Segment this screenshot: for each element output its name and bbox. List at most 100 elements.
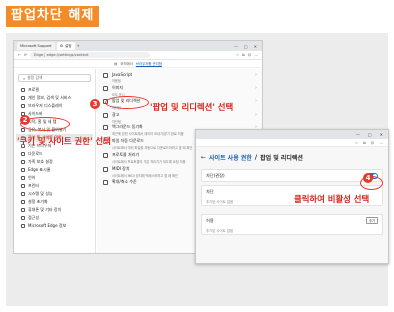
sidebar-item-label: 가족 보호 설정 (28, 159, 53, 164)
settings-row-title: 파일 자동 다운로드 (112, 138, 144, 143)
block-toggle-label: 차단(권장) (206, 172, 225, 178)
breadcrumb-current: 팝업 및 리디렉션 (260, 155, 303, 162)
edge-icon (21, 224, 25, 228)
block-list-label: 차단 (206, 188, 214, 194)
sidebar-item[interactable]: 프린터 (16, 182, 93, 190)
close-button[interactable]: ✕ (380, 132, 383, 137)
more-icon[interactable]: … (379, 141, 383, 145)
more-icon[interactable]: … (254, 53, 258, 57)
sidebar-item[interactable]: 다운로드 (16, 150, 93, 158)
settings-row[interactable]: 광고 차단됨 › (103, 112, 257, 124)
tab-bar: Microsoft Support ⚙ 설정 + — □ ✕ (14, 41, 262, 51)
new-tab-button[interactable]: + (77, 44, 80, 48)
favorites-icon[interactable]: ☆ (355, 141, 358, 145)
maximize-button[interactable]: □ (244, 44, 248, 49)
sidebar-item-label: 프린터 (28, 183, 40, 188)
tab-settings[interactable]: ⚙ 설정 (56, 42, 75, 50)
managed-link[interactable]: 브라우저를 관리함 (136, 61, 162, 66)
block-toggle-card: 차단(권장) (201, 169, 383, 182)
settings-row-text: 파일 자동 다운로드사이트에서 여러 파일을 자동으로 다운로드하려고 할 때 … (112, 138, 192, 150)
step-2-callout: '쿠키 및 사이트 권한' 선택 (17, 136, 111, 146)
sidebar-item-label: 휴대폰 및 기타 장치 (28, 207, 62, 212)
refresh-icon[interactable]: ⟳ (24, 53, 27, 57)
profile-icon (21, 88, 25, 92)
breadcrumb-separator: / (254, 154, 258, 161)
sidebar-item[interactable]: 접근성 (16, 214, 93, 222)
collections-icon[interactable]: ⧉ (363, 141, 366, 145)
sidebar-item[interactable]: Microsoft Edge 정보 (16, 222, 93, 230)
step-3-badge: 3 (90, 99, 100, 109)
url-field[interactable]: Edge | edge://settings/content (30, 52, 151, 58)
allow-list-label: 허용 (206, 217, 214, 223)
overlay-body: ← 사이트 사용 권한 / 팝업 및 리디렉션 차단(권장) 차단 추가된 사이… (196, 147, 388, 263)
profile-icon[interactable]: ☺ (371, 141, 375, 145)
settings-sidebar: ⌕ 설정 검색 프로필 개인 정보, 검색 및 서비스 브라우저 디스플레이 사이드바… (14, 69, 96, 253)
settings-row-title: JavaScript (112, 72, 133, 77)
settings-row-title: 백그라운드 동기화 (112, 124, 143, 129)
add-button[interactable]: 추가 (366, 217, 378, 224)
sidebar-item[interactable]: 가족 보호 설정 (16, 158, 93, 166)
sidebar-item[interactable]: 브라우저 디스플레이 (16, 102, 93, 110)
display-icon (21, 104, 25, 108)
sidebar-item-label: 시스템 및 성능 (28, 191, 53, 196)
back-icon[interactable]: ← (18, 53, 21, 57)
search-icon: ⌕ (23, 75, 26, 81)
breadcrumb-site-permissions[interactable]: 사이트 사용 권한 (209, 153, 252, 162)
sidebar-list: 프로필 개인 정보, 검색 및 서비스 브라우저 디스플레이 사이드바 시작, 홈 및 … (16, 86, 93, 230)
sidebar-item[interactable]: 설정 초기화 (16, 198, 93, 206)
profile-icon[interactable]: ☺ (248, 53, 252, 57)
setting-icon (103, 167, 108, 172)
close-button[interactable]: ✕ (254, 44, 257, 49)
setting-icon (103, 86, 108, 91)
system-icon (21, 192, 25, 196)
settings-row-title: 이미지 (112, 85, 124, 90)
settings-row-subtitle: 최근에 닫힌 사이트에서 데이터 보내기/받기 완료 허용 (112, 132, 184, 136)
tab-microsoft-support[interactable]: Microsoft Support (17, 42, 55, 50)
settings-row-text: 백그라운드 동기화최근에 닫힌 사이트에서 데이터 보내기/받기 완료 허용 (112, 124, 184, 136)
step-4-callout: 클릭하여 비활성 선택 (294, 194, 370, 204)
sidebar-item-label: 프로필 (28, 87, 40, 92)
settings-row-title: 확대/축소 수준 (112, 179, 137, 184)
search-placeholder: 설정 검색 (27, 75, 43, 80)
sidebar-item-label: 접근성 (28, 215, 40, 220)
managed-infobar: ▤ 조직에서 브라우저를 관리함 (14, 60, 262, 68)
setting-icon (103, 73, 108, 78)
minimize-button[interactable]: — (234, 44, 238, 49)
allow-list-card: 허용 추가 추가된 사이트 없음 (201, 214, 383, 235)
window-controls: — □ ✕ (234, 44, 262, 49)
lock-icon (21, 96, 25, 100)
settings-row[interactable]: JavaScript 허용됨 › (103, 72, 257, 83)
sidebar-item[interactable]: 시스템 및 성능 (16, 190, 93, 198)
favorites-icon[interactable]: ☆ (236, 53, 239, 57)
overlay-title-bar: — □ ✕ (196, 130, 388, 139)
allow-list-empty: 추가된 사이트 없음 (206, 228, 234, 233)
settings-row-title: 프로토콜 처리기 (112, 152, 140, 157)
block-list-empty: 추가된 사이트 없음 (206, 199, 234, 204)
settings-row-subtitle: 허용됨 (112, 79, 121, 83)
back-arrow-icon[interactable]: ← (201, 154, 206, 161)
settings-search-input[interactable]: ⌕ 설정 검색 (18, 74, 91, 82)
settings-row-text: 확대/축소 수준 (112, 179, 137, 186)
sidebar-item-label: Edge 표시줄 (28, 167, 51, 172)
step-3-callout: '팝업 및 리디렉션' 선택 (150, 102, 234, 112)
settings-row-subtitle: 사이트에서 여러 파일을 자동으로 다운로드하려고 할 때 확인 (112, 146, 193, 150)
settings-row-text: MIDI 장치 사이트에서 MIDI 장치에 액세스하려고 할 때 확인 (112, 166, 178, 178)
settings-row-subtitle: 사이트에서 MIDI 장치에 액세스하려고 할 때 확인 (112, 174, 178, 178)
address-bar: ← ⟳ Edge | edge://settings/content ☆ ⧉ ☺… (14, 51, 262, 60)
sidebar-item-label: 다운로드 (28, 151, 43, 156)
sidebar-item[interactable]: 휴대폰 및 기타 장치 (16, 206, 93, 214)
download-icon (21, 152, 25, 156)
sidebar-item[interactable]: 개인 정보, 검색 및 서비스 (16, 94, 93, 102)
setting-icon (103, 125, 108, 130)
chevron-right-icon: › (255, 72, 257, 78)
maximize-button[interactable]: □ (368, 132, 372, 137)
edge-bar-icon (21, 168, 25, 172)
setting-icon (103, 153, 108, 158)
collections-icon[interactable]: ⧉ (242, 53, 245, 57)
minimize-button[interactable]: — (356, 132, 360, 137)
sidebar-item[interactable]: 프로필 (16, 86, 93, 94)
sidebar-item[interactable]: Edge 표시줄 (16, 166, 93, 174)
sidebar-item[interactable]: 언어 (16, 174, 93, 182)
sidebar-item-label: 브라우저 디스플레이 (28, 103, 63, 108)
settings-row-title: 광고 (112, 112, 120, 117)
